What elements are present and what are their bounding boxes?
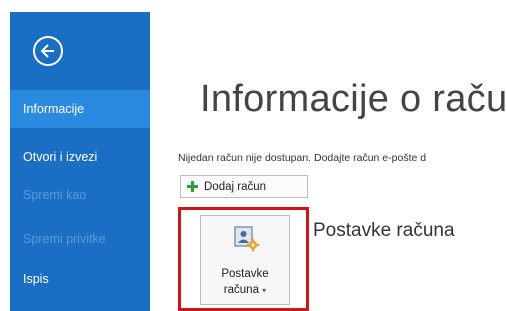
account-settings-label-line2: računa ▾: [201, 282, 289, 299]
backstage-sidebar: Informacije Otvori i izvezi Spremi kao S…: [10, 12, 150, 311]
add-account-label: Dodaj račun: [204, 180, 267, 193]
sidebar-item-otvori-i-izvezi[interactable]: Otvori i izvezi: [10, 138, 150, 176]
page-title: Informacije o raču: [200, 78, 506, 120]
chevron-down-icon: ▾: [262, 286, 267, 295]
account-settings-label-line1: Postavke: [221, 268, 269, 280]
arrow-left-icon: [40, 44, 54, 58]
section-title: Postavke računa: [313, 220, 455, 241]
info-text: Nijedan račun nije dostupan. Dodajte rač…: [178, 152, 427, 164]
account-gear-icon: [234, 226, 260, 252]
account-settings-button[interactable]: Postavke računa ▾: [200, 215, 290, 305]
add-account-button[interactable]: Dodaj račun: [180, 175, 308, 198]
sidebar-item-informacije[interactable]: Informacije: [10, 90, 150, 128]
sidebar-item-spremi-privitke: Spremi privitke: [23, 232, 106, 246]
account-settings-label-text: računa: [223, 284, 259, 296]
sidebar-item-spremi-kao: Spremi kao: [23, 188, 87, 202]
sidebar-item-ispis[interactable]: Ispis: [10, 260, 150, 298]
back-button[interactable]: [33, 36, 63, 66]
plus-icon: [187, 181, 198, 192]
account-settings-label: Postavke računa ▾: [201, 266, 289, 299]
